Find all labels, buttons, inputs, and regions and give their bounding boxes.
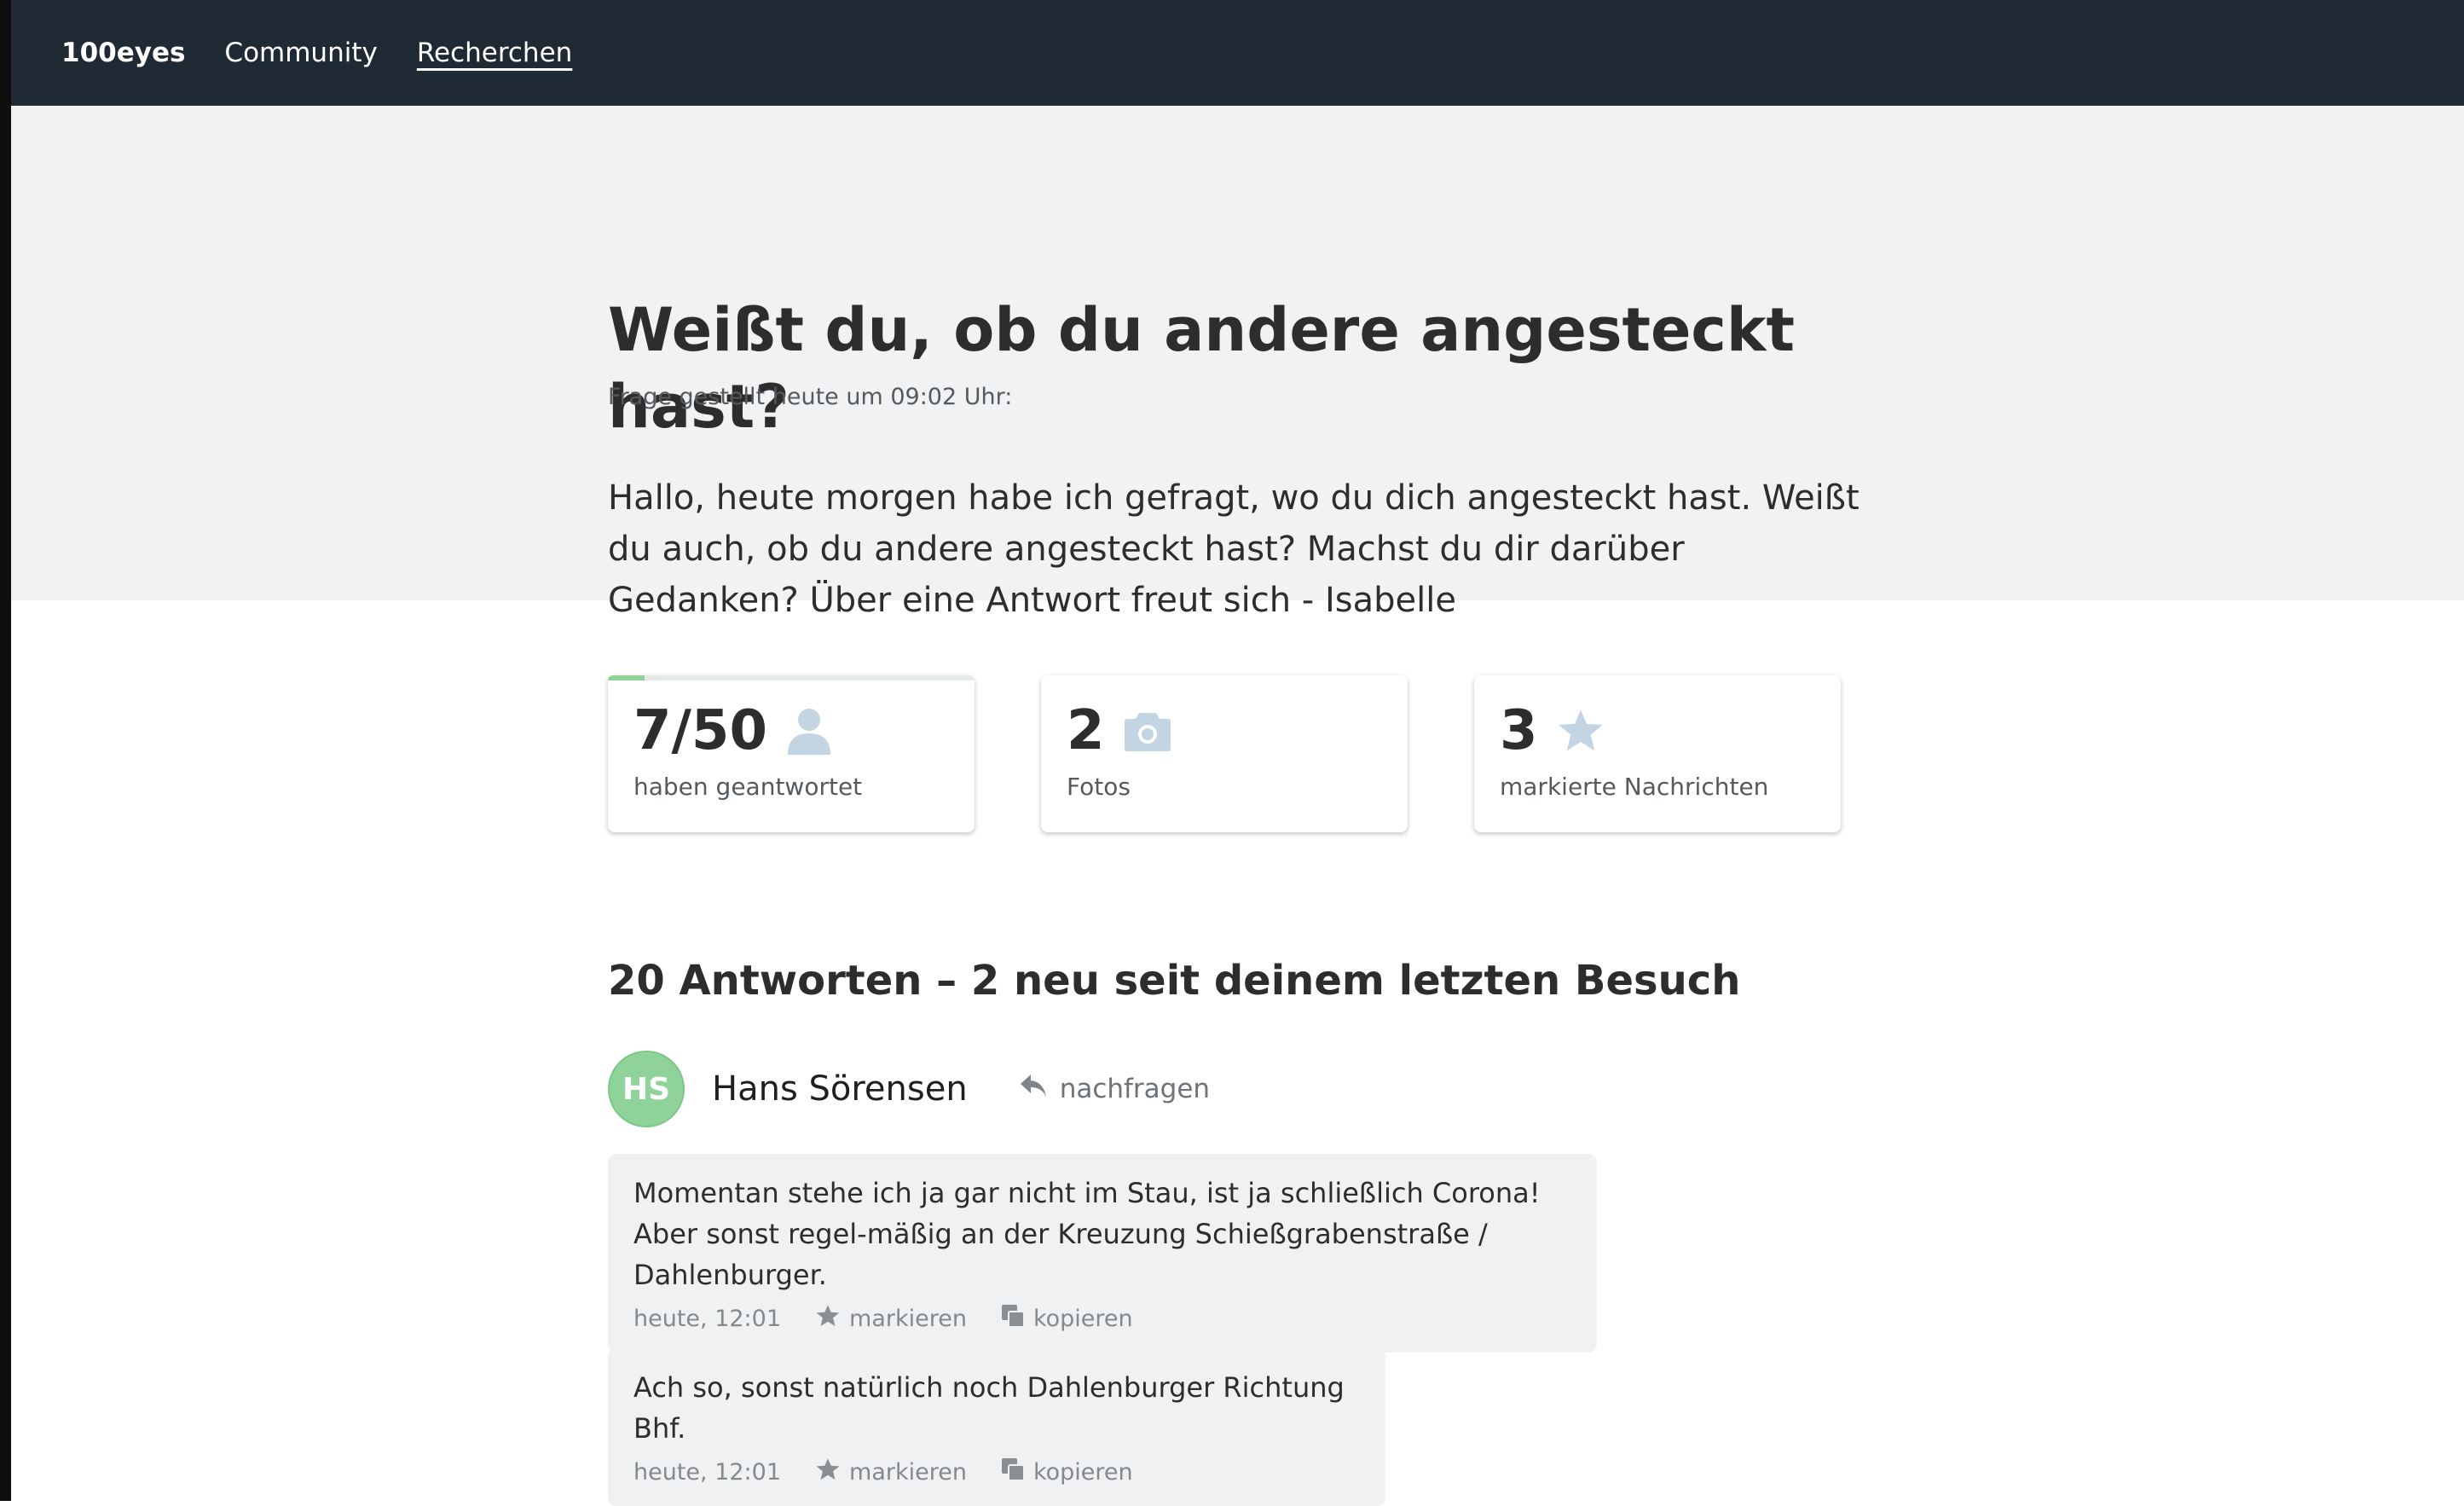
nav-item-recherchen[interactable]: Recherchen bbox=[417, 38, 572, 68]
message-text: Momentan stehe ich ja gar nicht im Stau,… bbox=[633, 1177, 1541, 1291]
highlighted-count: 3 bbox=[1500, 699, 1538, 762]
photos-label: Fotos bbox=[1067, 773, 1131, 801]
request-text: Hallo, heute morgen habe ich gefragt, wo… bbox=[608, 478, 1860, 620]
page: 100eyes Community Recherchen Weißt du, o… bbox=[11, 0, 2464, 1506]
answer-author: HS Hans Sörensen nachfragen bbox=[608, 1051, 1210, 1127]
answers-heading: 20 Antworten – 2 neu seit deinem letzten… bbox=[608, 957, 1741, 1005]
message-time: heute, 12:01 bbox=[633, 1306, 782, 1332]
copy-button[interactable]: kopieren bbox=[1001, 1457, 1133, 1487]
replies-label: haben geantwortet bbox=[633, 773, 863, 801]
stat-card-photos: 2 Fotos bbox=[1041, 675, 1408, 832]
stat-card-replies: 7/50 haben geantwortet bbox=[608, 675, 975, 832]
camera-icon bbox=[1124, 710, 1171, 752]
message-text: Ach so, sonst natürlich noch Dahlenburge… bbox=[633, 1371, 1345, 1445]
message-meta: heute, 12:01 markieren kopieren bbox=[633, 1304, 1571, 1334]
message-meta: heute, 12:01 markieren kopieren bbox=[633, 1457, 1360, 1487]
message-time: heute, 12:01 bbox=[633, 1459, 782, 1486]
user-icon bbox=[786, 707, 832, 755]
replies-progress-fill bbox=[608, 675, 645, 681]
highlight-label: markieren bbox=[849, 1459, 967, 1486]
photos-count: 2 bbox=[1067, 699, 1105, 762]
message-bubble: Momentan stehe ich ja gar nicht im Stau,… bbox=[608, 1154, 1597, 1353]
copy-icon bbox=[1001, 1457, 1033, 1487]
highlight-label: markieren bbox=[849, 1306, 967, 1332]
star-icon bbox=[1557, 708, 1605, 754]
top-nav: 100eyes Community Recherchen bbox=[11, 0, 2464, 106]
window-edge bbox=[0, 0, 11, 1501]
reply-icon bbox=[1019, 1073, 1060, 1105]
brand-link[interactable]: 100eyes bbox=[61, 38, 185, 68]
request-header: Weißt du, ob du andere angesteckt hast? … bbox=[11, 106, 2464, 620]
page-title: Weißt du, ob du andere angesteckt hast? bbox=[608, 295, 1795, 442]
author-name: Hans Sörensen bbox=[712, 1069, 968, 1109]
copy-icon bbox=[1001, 1304, 1033, 1334]
copy-label: kopieren bbox=[1032, 1459, 1133, 1486]
star-icon bbox=[815, 1304, 849, 1334]
highlight-button[interactable]: markieren bbox=[815, 1457, 967, 1487]
star-icon bbox=[815, 1457, 849, 1487]
replies-progress-bar bbox=[608, 675, 975, 681]
highlight-button[interactable]: markieren bbox=[815, 1304, 967, 1334]
replies-count: 7/50 bbox=[633, 699, 767, 762]
copy-label: kopieren bbox=[1032, 1306, 1133, 1332]
followup-label: nachfragen bbox=[1059, 1074, 1211, 1104]
nav-item-community[interactable]: Community bbox=[224, 38, 377, 68]
stats-row: 7/50 haben geantwortet 2 Fotos 3 markier… bbox=[608, 675, 1841, 832]
stat-card-highlighted: 3 markierte Nachrichten bbox=[1474, 675, 1841, 832]
avatar: HS bbox=[608, 1051, 685, 1127]
copy-button[interactable]: kopieren bbox=[1001, 1304, 1133, 1334]
message-bubble: Ach so, sonst natürlich noch Dahlenburge… bbox=[608, 1348, 1385, 1506]
highlighted-label: markierte Nachrichten bbox=[1500, 773, 1769, 801]
request-date: Frage gestellt heute um 09:02 Uhr: bbox=[608, 384, 1013, 410]
followup-button[interactable]: nachfragen bbox=[1019, 1073, 1210, 1105]
